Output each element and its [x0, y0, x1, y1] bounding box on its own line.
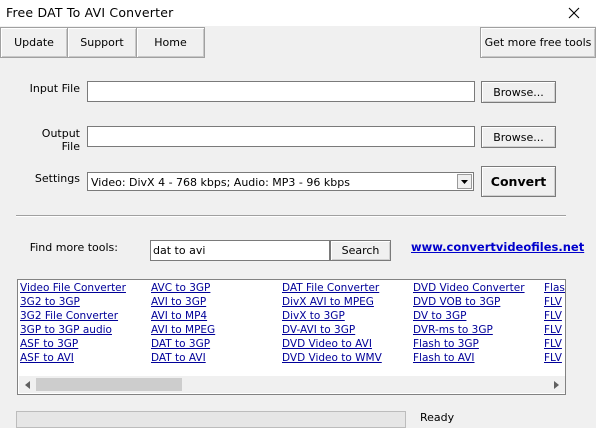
- output-file-input[interactable]: [88, 127, 474, 146]
- tool-link[interactable]: DV to 3GP: [413, 310, 525, 324]
- tool-link[interactable]: ASF to AVI: [20, 352, 126, 366]
- browse-input-button[interactable]: Browse...: [481, 81, 556, 103]
- tool-link[interactable]: DAT to 3GP: [151, 338, 215, 352]
- chevron-down-icon: [461, 179, 468, 184]
- output-file-field[interactable]: [87, 126, 475, 147]
- tool-link[interactable]: DAT File Converter: [282, 282, 382, 296]
- close-button[interactable]: [552, 0, 596, 26]
- tool-link[interactable]: DV-AVI to 3GP: [282, 324, 382, 338]
- tool-link[interactable]: FLV: [544, 352, 565, 366]
- tool-link[interactable]: Flash: [544, 282, 565, 296]
- tools-column: AVC to 3GP AVI to 3GP AVI to MP4 AVI to …: [151, 282, 215, 366]
- tool-search-input[interactable]: dat to avi: [150, 240, 330, 261]
- tool-link[interactable]: DVD Video Converter: [413, 282, 525, 296]
- tool-link[interactable]: FLV: [544, 338, 565, 352]
- scroll-thumb[interactable]: [36, 378, 182, 391]
- tool-link[interactable]: DVR-ms to 3GP: [413, 324, 525, 338]
- settings-label: Settings: [34, 172, 80, 185]
- tool-link[interactable]: 3GP to 3GP audio: [20, 324, 126, 338]
- support-button[interactable]: Support: [67, 27, 137, 58]
- status-text: Ready: [420, 411, 455, 424]
- tool-link[interactable]: DivX to 3GP: [282, 310, 382, 324]
- tool-link[interactable]: AVI to MP4: [151, 310, 215, 324]
- tool-link[interactable]: DivX AVI to MPEG: [282, 296, 382, 310]
- tool-link[interactable]: DVD Video to AVI: [282, 338, 382, 352]
- close-icon: [568, 7, 580, 19]
- tool-link[interactable]: FLV: [544, 324, 565, 338]
- search-button[interactable]: Search: [330, 240, 391, 261]
- tool-link[interactable]: DVD VOB to 3GP: [413, 296, 525, 310]
- website-link[interactable]: www.convertvideofiles.net: [411, 240, 584, 254]
- tool-link[interactable]: DVD Video to WMV: [282, 352, 382, 366]
- chevron-right-icon: [554, 380, 559, 389]
- input-file-field[interactable]: [87, 81, 475, 102]
- scroll-right-button[interactable]: [548, 376, 565, 393]
- progress-bar: [16, 411, 406, 428]
- tool-link[interactable]: AVC to 3GP: [151, 282, 215, 296]
- convert-button[interactable]: Convert: [481, 166, 556, 197]
- tool-link[interactable]: DAT to AVI: [151, 352, 215, 366]
- tools-column: Flash FLV FLV FLV FLV FLV: [544, 282, 565, 366]
- tools-column: DVD Video Converter DVD VOB to 3GP DV to…: [413, 282, 525, 366]
- title-bar: Free DAT To AVI Converter: [0, 0, 596, 26]
- tools-column: DAT File Converter DivX AVI to MPEG DivX…: [282, 282, 382, 366]
- browse-output-button[interactable]: Browse...: [481, 126, 556, 148]
- input-file-label: Input File: [29, 82, 80, 95]
- separator: [16, 215, 566, 217]
- scroll-left-button[interactable]: [19, 376, 36, 393]
- tool-link[interactable]: 3G2 to 3GP: [20, 296, 126, 310]
- tools-column: Video File Converter 3G2 to 3GP 3G2 File…: [20, 282, 126, 366]
- horizontal-scrollbar[interactable]: [19, 376, 565, 393]
- settings-select[interactable]: Video: DivX 4 - 768 kbps; Audio: MP3 - 9…: [87, 172, 474, 191]
- update-button[interactable]: Update: [0, 27, 68, 58]
- tool-link[interactable]: 3G2 File Converter: [20, 310, 126, 324]
- home-button[interactable]: Home: [136, 27, 205, 58]
- input-file-input[interactable]: [88, 82, 474, 101]
- tool-link[interactable]: AVI to MPEG: [151, 324, 215, 338]
- output-file-label: Output File: [41, 127, 80, 153]
- find-tools-label: Find more tools:: [29, 241, 118, 254]
- tool-link[interactable]: ASF to 3GP: [20, 338, 126, 352]
- tool-link[interactable]: FLV: [544, 296, 565, 310]
- settings-value: Video: DivX 4 - 768 kbps; Audio: MP3 - 9…: [91, 176, 350, 189]
- tool-link[interactable]: Video File Converter: [20, 282, 126, 296]
- tool-link[interactable]: Flash to 3GP: [413, 338, 525, 352]
- chevron-left-icon: [25, 380, 30, 389]
- settings-dropdown-arrow[interactable]: [457, 174, 472, 189]
- get-more-tools-button[interactable]: Get more free tools: [480, 27, 596, 58]
- tool-link[interactable]: AVI to 3GP: [151, 296, 215, 310]
- tool-link[interactable]: Flash to AVI: [413, 352, 525, 366]
- window-title: Free DAT To AVI Converter: [6, 5, 174, 20]
- tools-list-panel: Video File Converter 3G2 to 3GP 3G2 File…: [17, 279, 566, 395]
- tool-link[interactable]: FLV: [544, 310, 565, 324]
